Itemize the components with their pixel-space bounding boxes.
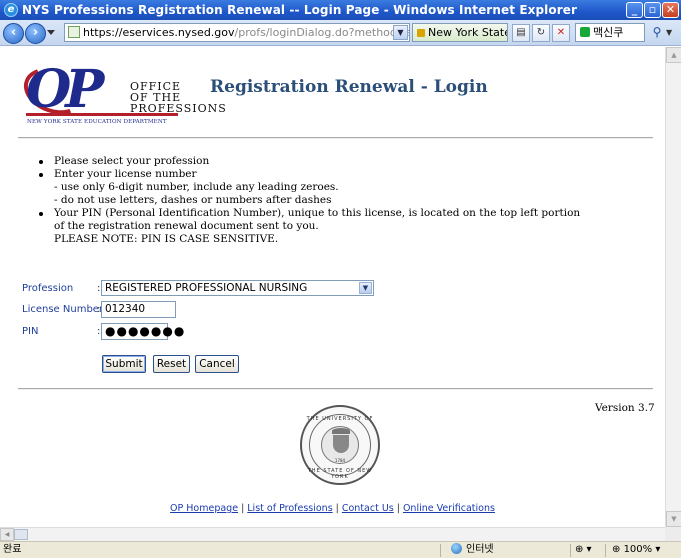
profession-select[interactable]: REGISTERED PROFESSIONAL NURSING ▼ [101, 280, 374, 296]
scroll-up-icon[interactable]: ▲ [666, 47, 681, 63]
status-bar: 완료 인터넷 ⊕ ▾ ⊕ 100% ▾ [0, 541, 681, 558]
scroll-thumb[interactable] [14, 529, 28, 540]
refresh-icon[interactable]: ↻ [532, 24, 550, 42]
divider [18, 388, 653, 390]
op-logo[interactable]: OP OFFICE OF THE PROFESSIONS NEW YORK ST… [17, 59, 226, 127]
page-content: OP OFFICE OF THE PROFESSIONS NEW YORK ST… [0, 47, 665, 527]
window-title: NYS Professions Registration Renewal -- … [22, 3, 577, 17]
license-number-label: License Number [22, 304, 104, 315]
chevron-down-icon[interactable]: ▼ [359, 282, 372, 294]
ie-logo-icon: e [4, 3, 18, 17]
instructions: Please select your profession Enter your … [32, 155, 592, 246]
history-dropdown-icon[interactable] [47, 30, 55, 35]
stop-icon[interactable]: ✕ [552, 24, 570, 42]
contact-us-link[interactable]: Contact Us [342, 503, 394, 514]
search-options-icon[interactable]: ▼ [666, 24, 678, 42]
instruction-item: Your PIN (Personal Identification Number… [32, 207, 592, 220]
zoom-icon: ⊕ [612, 544, 624, 555]
globe-icon [451, 543, 462, 554]
address-dropdown-icon[interactable]: ▼ [393, 25, 408, 40]
profession-label: Profession [22, 283, 74, 294]
status-text: 완료 [3, 544, 22, 555]
online-verifications-link[interactable]: Online Verifications [403, 503, 495, 514]
security-report-button[interactable]: New York State... [412, 23, 508, 42]
page-icon [68, 26, 80, 38]
compatibility-view-icon[interactable]: ▤ [512, 24, 530, 42]
title-bar: e NYS Professions Registration Renewal -… [0, 0, 681, 20]
protected-mode-icon[interactable]: ⊕ ▾ [575, 542, 592, 558]
cancel-button[interactable]: Cancel [195, 355, 239, 373]
scroll-down-icon[interactable]: ▼ [666, 511, 681, 527]
license-number-input[interactable]: 012340 [101, 301, 176, 318]
zoom-control[interactable]: ⊕ 100% ▾ [612, 542, 660, 558]
divider [18, 137, 653, 139]
reset-button[interactable]: Reset [153, 355, 190, 373]
pin-input[interactable]: ●●●●●●● [101, 323, 184, 340]
instruction-item: - do not use letters, dashes or numbers … [54, 194, 332, 206]
op-homepage-link[interactable]: OP Homepage [170, 503, 238, 514]
list-of-professions-link[interactable]: List of Professions [247, 503, 332, 514]
back-button[interactable]: ‹ [3, 23, 24, 44]
university-seal: THE UNIVERSITY OF 1784 THE STATE OF NEW … [300, 405, 380, 485]
page-title: Registration Renewal - Login [210, 77, 488, 97]
horizontal-scrollbar[interactable]: ◀ [0, 527, 665, 541]
version-label: Version 3.7 [595, 402, 655, 414]
vertical-scrollbar[interactable]: ▲ ▼ [665, 47, 681, 527]
minimize-button[interactable]: _ [626, 2, 643, 18]
forward-button[interactable]: › [25, 23, 46, 44]
instruction-item: Enter your license number [32, 168, 592, 181]
address-bar[interactable]: https://eservices.nysed.gov/profs/loginD… [64, 23, 410, 42]
instruction-item: Please select your profession [32, 155, 592, 168]
instruction-item: PLEASE NOTE: PIN IS CASE SENSITIVE. [54, 233, 279, 245]
instruction-item: - use only 6-digit number, include any l… [54, 181, 339, 193]
footer-links: OP Homepage | List of Professions | Contact … [170, 503, 495, 514]
address-toolbar: ‹ › https://eservices.nysed.gov/profs/lo… [0, 20, 681, 46]
maximize-button[interactable]: ▫ [644, 2, 661, 18]
lock-icon [417, 29, 425, 37]
pin-label: PIN [22, 326, 39, 337]
search-provider-icon [580, 27, 590, 37]
instruction-item: of the registration renewal document sen… [54, 220, 319, 232]
submit-button[interactable]: Submit [102, 355, 146, 373]
security-zone[interactable]: 인터넷 [451, 542, 494, 558]
close-button[interactable]: ✕ [662, 2, 679, 18]
search-input[interactable]: 맥신쿠 [575, 23, 645, 42]
scroll-left-icon[interactable]: ◀ [0, 528, 14, 541]
search-icon[interactable]: ⚲ [648, 24, 666, 42]
